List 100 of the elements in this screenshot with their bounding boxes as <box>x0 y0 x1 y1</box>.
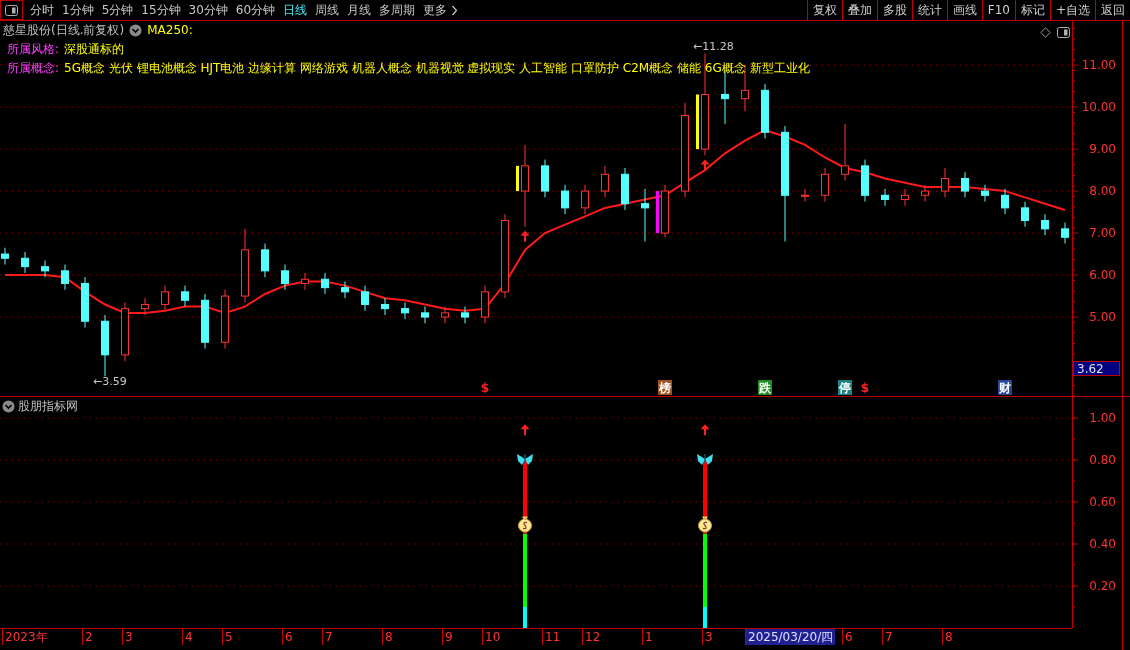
candlestick <box>201 293 209 350</box>
period-tab[interactable]: 更多 <box>419 0 463 20</box>
candlestick <box>61 264 69 291</box>
event-marker: 榜 <box>658 380 672 395</box>
panel-icon <box>5 4 18 16</box>
candlestick <box>161 285 169 312</box>
axis-label: 8.00 <box>1089 184 1116 199</box>
axis-label: 9.00 <box>1089 142 1116 157</box>
candlestick <box>641 188 649 242</box>
axis-label: 7 <box>882 629 893 645</box>
butterfly-icon <box>517 453 533 465</box>
axis-label: 3 <box>702 629 713 645</box>
chevron-down-icon <box>2 400 15 413</box>
candlestick <box>481 285 489 324</box>
money-bag-icon <box>698 516 712 533</box>
candlestick <box>601 165 609 198</box>
cursor-date: 2025/03/20/四 <box>745 629 836 645</box>
field-value: 5G概念 光伏 锂电池概念 HJT电池 边缘计算 网络游戏 机器人概念 机器视觉 虚拟现实 人工智能 口罩防护 C2M概念 储能 6G概念 新型工业化 <box>64 60 810 76</box>
period-tab[interactable]: 1分钟 <box>58 0 98 20</box>
axis-label: 11.00 <box>1081 58 1116 73</box>
candlestick <box>1041 213 1049 236</box>
indicator-title: 股朋指标网 <box>18 398 78 415</box>
axis-label: 1.00 <box>1089 411 1116 425</box>
candlestick <box>141 297 149 316</box>
chevron-down-icon <box>129 23 143 37</box>
axis-label: 7.00 <box>1089 226 1116 241</box>
axis-label: 10.00 <box>1081 100 1116 115</box>
candlestick <box>1061 222 1069 245</box>
butterfly-icon <box>697 453 713 465</box>
candlestick <box>561 184 569 215</box>
event-marker: $ <box>860 381 870 395</box>
axis-label: 0.60 <box>1089 495 1116 509</box>
chevron-right-icon <box>451 4 459 16</box>
candlestick <box>821 167 829 203</box>
candlestick <box>801 188 809 203</box>
axis-label: 2 <box>82 629 93 645</box>
candlestick <box>981 184 989 203</box>
field-label: 所属概念: <box>7 60 60 76</box>
candlestick <box>21 251 29 274</box>
period-tab[interactable]: 月线 <box>343 0 376 20</box>
candlestick <box>301 272 309 291</box>
candlestick <box>1021 201 1029 228</box>
candlestick <box>101 314 109 377</box>
period-tab[interactable]: 15分钟 <box>137 0 185 20</box>
axis-label: 9 <box>442 629 453 645</box>
price-tag: 3.62 <box>1073 361 1120 376</box>
period-tab[interactable]: 5分钟 <box>97 0 138 20</box>
axis-label: 2023年 <box>2 629 48 645</box>
axis-label: 4 <box>182 629 193 645</box>
candlestick <box>281 264 289 291</box>
axis-label: 0.40 <box>1089 537 1116 551</box>
up-arrow-icon <box>700 424 710 436</box>
candlestick <box>761 83 769 140</box>
candlestick <box>461 306 469 324</box>
candlestick <box>661 184 669 238</box>
price-label: ←3.59 <box>93 375 127 389</box>
axis-label: 0.20 <box>1089 579 1116 593</box>
money-bag-icon <box>518 516 532 533</box>
candlestick <box>221 289 229 350</box>
axis-label: 6 <box>282 629 293 645</box>
candlestick <box>621 167 629 211</box>
event-marker: 财 <box>998 380 1012 395</box>
event-marker: $ <box>480 381 490 395</box>
period-tab[interactable]: 周线 <box>311 0 344 20</box>
axis-label: 6 <box>842 629 853 645</box>
panel-icon[interactable] <box>1057 27 1070 38</box>
event-marker: 跌 <box>758 380 772 395</box>
axis-label: 12 <box>582 629 601 645</box>
candlestick <box>961 171 969 198</box>
event-marker: 停 <box>838 380 852 395</box>
candlestick <box>261 243 269 278</box>
panel-toggle-button[interactable] <box>0 0 23 20</box>
candlestick <box>181 285 189 308</box>
candlestick <box>401 301 409 320</box>
security-title: 慈星股份(日线.前复权) <box>3 22 125 38</box>
candlestick <box>541 159 549 198</box>
axis-label: 10 <box>482 629 501 645</box>
axis-label: 1 <box>642 629 653 645</box>
indicator-label: MA250: <box>147 22 193 38</box>
candlestick <box>41 259 49 278</box>
period-tab[interactable]: 多周期 <box>375 0 420 20</box>
up-arrow-icon <box>520 424 530 436</box>
period-tab[interactable]: 60分钟 <box>231 0 280 20</box>
candlestick <box>941 167 949 198</box>
field-value: 深股通标的 <box>64 41 125 57</box>
period-tab[interactable]: 30分钟 <box>184 0 232 20</box>
period-tab[interactable]: 分时 <box>26 0 58 20</box>
candlestick <box>441 306 449 324</box>
candlestick <box>341 280 349 299</box>
axis-label: 5 <box>222 629 233 645</box>
candlestick <box>361 285 369 312</box>
period-tab[interactable]: 日线 <box>279 0 312 20</box>
field-label: 所属风格: <box>7 41 60 57</box>
candlestick <box>921 184 929 203</box>
axis-label: 6.00 <box>1089 268 1116 283</box>
candlestick <box>1001 188 1009 215</box>
axis-label: 7 <box>322 629 333 645</box>
candlestick <box>421 306 429 324</box>
diamond-icon <box>1040 27 1051 38</box>
candlestick <box>881 188 889 207</box>
